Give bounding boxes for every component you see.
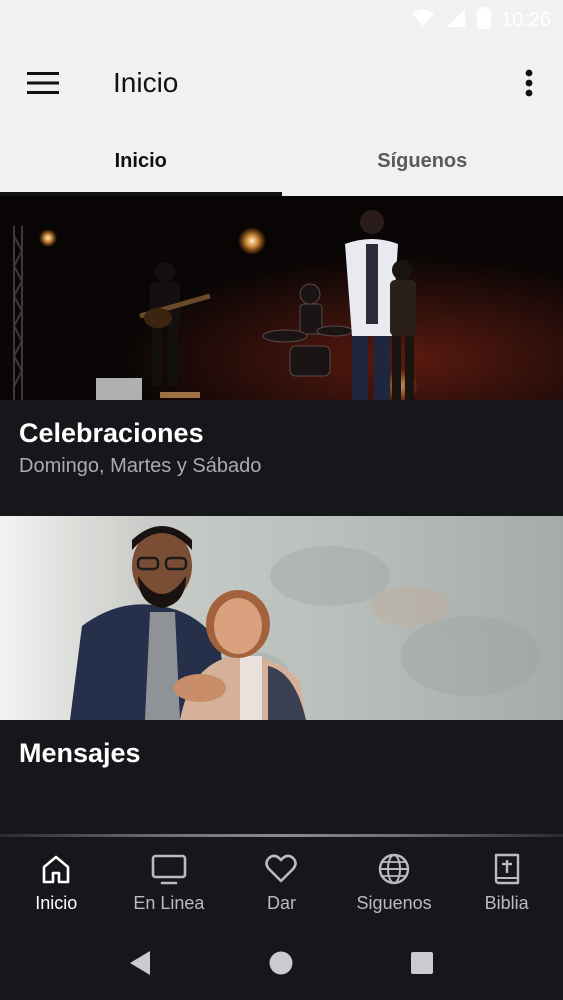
nav-label: Biblia <box>484 893 529 913</box>
wifi-icon <box>411 8 435 33</box>
nav-label: En Linea <box>133 893 205 913</box>
nav-label: Inicio <box>35 893 78 913</box>
heart-icon <box>263 851 299 887</box>
app-bar: Inicio <box>0 40 563 126</box>
battery-icon <box>476 6 491 34</box>
card-title: Mensajes <box>19 738 141 768</box>
menu-button[interactable] <box>22 62 64 104</box>
nav-item-en-linea[interactable]: En Linea <box>113 837 226 925</box>
more-options-button[interactable] <box>511 62 547 104</box>
nav-label: Siguenos <box>356 893 432 913</box>
status-time: 10:26 <box>500 8 551 31</box>
globe-icon <box>376 851 412 887</box>
home-button[interactable] <box>267 949 295 977</box>
worship-band-stage-photo <box>0 196 563 400</box>
card-mensajes[interactable]: Mensajes <box>0 516 563 836</box>
signal-icon <box>445 8 467 33</box>
tab-bar: Inicio Síguenos <box>0 126 563 196</box>
tab-siguenos[interactable]: Síguenos <box>282 126 563 196</box>
nav-label: Dar <box>266 893 296 913</box>
home-icon <box>38 851 74 887</box>
back-icon <box>130 951 150 975</box>
app-screen: 10:26 Inicio Inicio Síguenos Celebracion… <box>0 0 563 1000</box>
nav-item-dar[interactable]: Dar <box>225 837 338 925</box>
content-feed: Celebraciones Domingo, Martes y Sábado M… <box>0 196 563 836</box>
nav-item-biblia[interactable]: Biblia <box>450 837 563 925</box>
page-title: Inicio <box>113 67 179 98</box>
tab-inicio[interactable]: Inicio <box>0 126 282 196</box>
bottom-nav: Inicio En Linea Dar Siguenos Biblia <box>0 837 563 925</box>
card-title: Celebraciones <box>19 418 204 448</box>
tv-icon <box>151 851 187 887</box>
nav-item-siguenos[interactable]: Siguenos <box>338 837 451 925</box>
pastor-couple-portrait-photo <box>0 516 563 720</box>
back-button[interactable] <box>126 949 154 977</box>
status-icons: 10:26 <box>411 6 551 34</box>
status-bar: 10:26 <box>0 0 563 40</box>
bible-icon <box>489 851 525 887</box>
recents-button[interactable] <box>408 949 436 977</box>
tab-label: Síguenos <box>377 149 468 172</box>
hamburger-menu-icon <box>27 72 59 94</box>
tab-label: Inicio <box>114 149 167 172</box>
home-circle-icon <box>269 951 293 975</box>
card-celebraciones[interactable]: Celebraciones Domingo, Martes y Sábado <box>0 196 563 514</box>
card-subtitle: Domingo, Martes y Sábado <box>19 455 262 477</box>
recents-icon <box>411 952 433 974</box>
more-vert-icon <box>525 69 533 97</box>
nav-item-inicio[interactable]: Inicio <box>0 837 113 925</box>
system-nav-bar <box>0 925 563 1000</box>
